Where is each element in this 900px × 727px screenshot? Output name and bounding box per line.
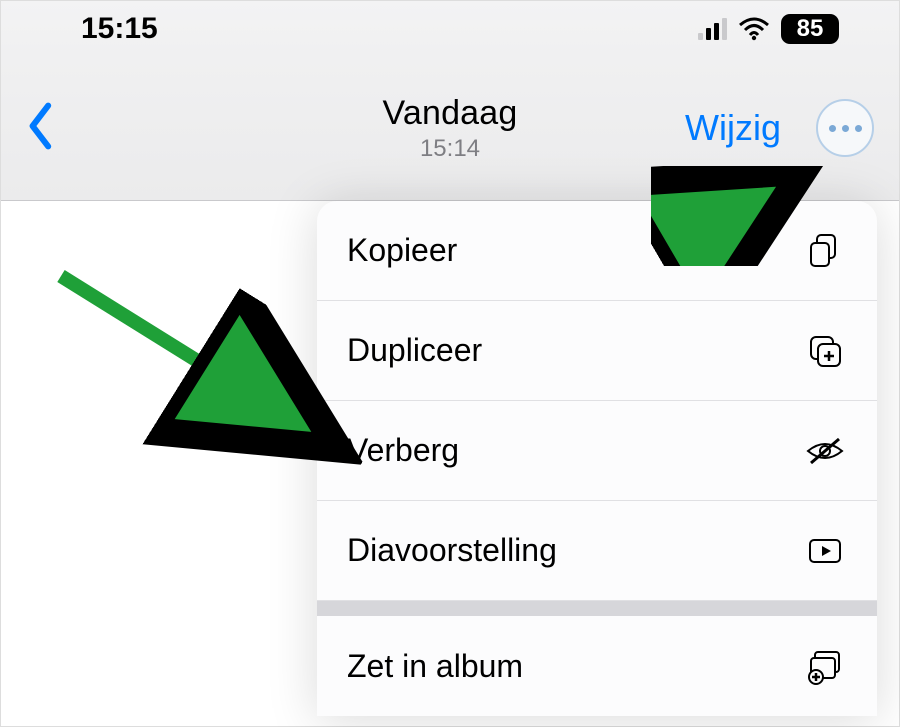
menu-separator — [317, 601, 877, 616]
menu-item-label: Dupliceer — [347, 332, 482, 369]
status-right: 85 — [698, 14, 839, 44]
nav-bar: Vandaag 15:14 Wijzig — [1, 56, 899, 201]
hide-icon — [803, 429, 847, 473]
wifi-icon — [739, 17, 769, 41]
battery-icon: 85 — [781, 14, 839, 44]
context-menu: Kopieer Dupliceer Verberg Diavoorstellin… — [317, 201, 877, 716]
back-button[interactable] — [23, 102, 59, 155]
status-time: 15:15 — [81, 12, 158, 46]
menu-item-label: Verberg — [347, 432, 459, 469]
menu-item-dupliceer[interactable]: Dupliceer — [317, 301, 877, 401]
nav-title: Vandaag — [382, 94, 517, 133]
cellular-icon — [698, 18, 727, 40]
menu-item-verberg[interactable]: Verberg — [317, 401, 877, 501]
edit-button[interactable]: Wijzig — [685, 107, 781, 149]
nav-title-block: Vandaag 15:14 — [382, 94, 517, 163]
slideshow-icon — [803, 529, 847, 573]
more-button[interactable] — [816, 99, 874, 157]
status-bar: 15:15 85 — [1, 1, 899, 56]
copy-icon — [803, 229, 847, 273]
duplicate-icon — [803, 329, 847, 373]
menu-item-label: Diavoorstelling — [347, 532, 557, 569]
add-to-album-icon — [803, 644, 847, 688]
menu-item-label: Kopieer — [347, 232, 457, 269]
chevron-left-icon — [23, 102, 59, 150]
menu-item-kopieer[interactable]: Kopieer — [317, 201, 877, 301]
menu-item-label: Zet in album — [347, 648, 523, 685]
menu-item-diavoorstelling[interactable]: Diavoorstelling — [317, 501, 877, 601]
nav-subtitle: 15:14 — [382, 135, 517, 163]
ellipsis-icon — [829, 125, 836, 132]
menu-item-zet-in-album[interactable]: Zet in album — [317, 616, 877, 716]
